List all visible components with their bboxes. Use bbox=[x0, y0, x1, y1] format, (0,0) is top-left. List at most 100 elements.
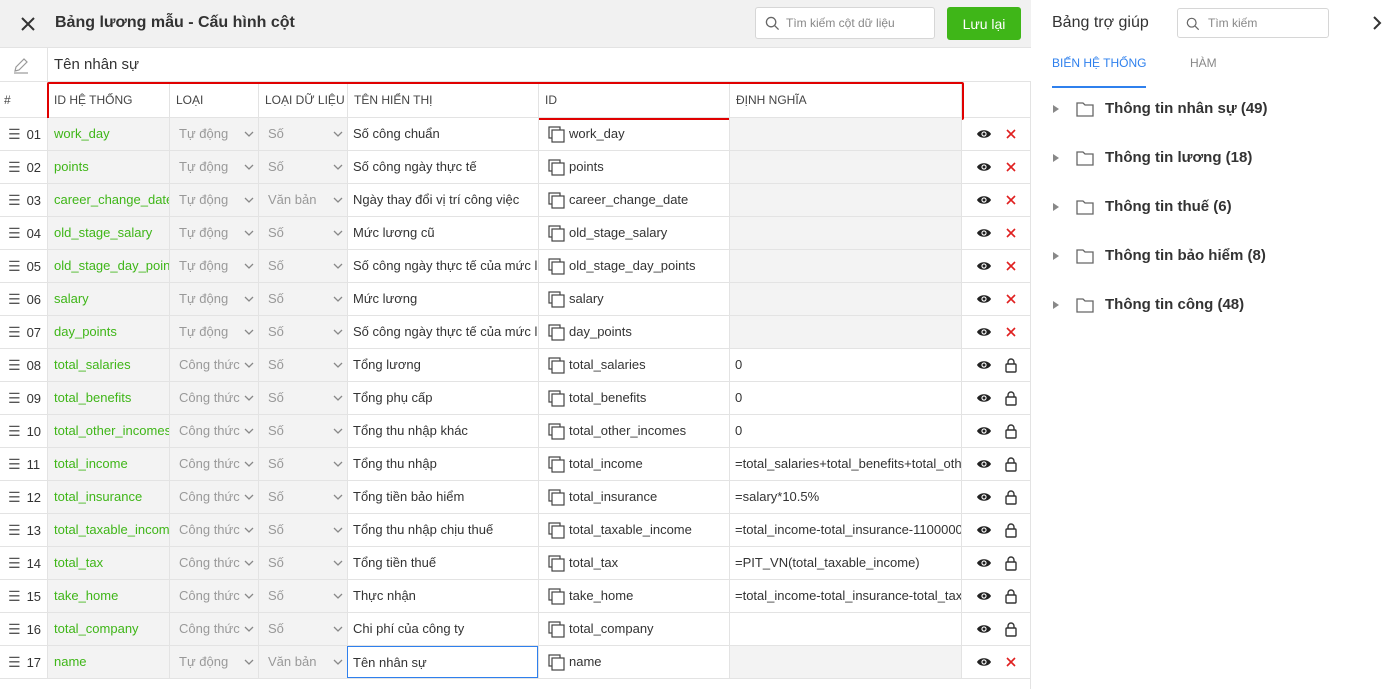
type-select[interactable]: Công thức bbox=[169, 514, 258, 546]
data-type-select[interactable]: Số bbox=[258, 349, 347, 381]
delete-icon[interactable] bbox=[1003, 159, 1019, 175]
chevron-right-icon[interactable] bbox=[1370, 14, 1384, 32]
drag-handle-icon[interactable]: ☰ bbox=[8, 126, 21, 142]
type-select[interactable]: Tự động bbox=[169, 151, 258, 183]
tab-system-variables[interactable]: BIẾN HỆ THỐNG bbox=[1052, 56, 1147, 88]
tree-item[interactable]: Thông tin thuế (6) bbox=[1052, 196, 1372, 220]
lock-icon[interactable] bbox=[1003, 390, 1019, 406]
display-name-input[interactable]: Ngày thay đổi vị trí công việc bbox=[347, 184, 538, 216]
copy-icon[interactable] bbox=[548, 258, 565, 275]
display-name-input[interactable]: Tổng tiền thuế bbox=[347, 547, 538, 579]
data-type-select[interactable]: Số bbox=[258, 481, 347, 513]
definition-input[interactable] bbox=[729, 217, 961, 249]
drag-handle-icon[interactable]: ☰ bbox=[8, 291, 21, 307]
copy-icon[interactable] bbox=[548, 324, 565, 341]
lock-icon[interactable] bbox=[1003, 555, 1019, 571]
column-search-box[interactable] bbox=[755, 7, 935, 39]
row-number[interactable]: ☰ 06 bbox=[0, 283, 47, 315]
type-select[interactable]: Tự động bbox=[169, 217, 258, 249]
delete-icon[interactable] bbox=[1003, 324, 1019, 340]
copy-icon[interactable] bbox=[548, 456, 565, 473]
definition-input[interactable] bbox=[729, 283, 961, 315]
copy-icon[interactable] bbox=[548, 390, 565, 407]
lock-icon[interactable] bbox=[1003, 357, 1019, 373]
display-name-input[interactable]: Tổng lương bbox=[347, 349, 538, 381]
display-name-input[interactable]: Tổng phụ cấp bbox=[347, 382, 538, 414]
copy-icon[interactable] bbox=[548, 357, 565, 374]
lock-icon[interactable] bbox=[1003, 588, 1019, 604]
data-type-select[interactable]: Số bbox=[258, 448, 347, 480]
display-name-input[interactable]: Số công chuẩn bbox=[347, 118, 538, 150]
eye-icon[interactable] bbox=[976, 160, 992, 174]
eye-icon[interactable] bbox=[976, 589, 992, 603]
lock-icon[interactable] bbox=[1003, 456, 1019, 472]
drag-handle-icon[interactable]: ☰ bbox=[8, 489, 21, 505]
data-type-select[interactable]: Số bbox=[258, 514, 347, 546]
copy-icon[interactable] bbox=[548, 225, 565, 242]
display-name-input[interactable]: Tổng tiền bảo hiểm bbox=[347, 481, 538, 513]
definition-input[interactable] bbox=[729, 151, 961, 183]
display-name-input[interactable]: Tổng thu nhập chịu thuế bbox=[347, 514, 538, 546]
drag-handle-icon[interactable]: ☰ bbox=[8, 621, 21, 637]
type-select[interactable]: Công thức bbox=[169, 382, 258, 414]
definition-input[interactable]: =salary*10.5% bbox=[729, 481, 961, 513]
data-type-select[interactable]: Số bbox=[258, 382, 347, 414]
definition-input[interactable]: 0 bbox=[729, 349, 961, 381]
eye-icon[interactable] bbox=[976, 391, 992, 405]
delete-icon[interactable] bbox=[1003, 225, 1019, 241]
row-number[interactable]: ☰ 12 bbox=[0, 481, 47, 513]
tree-item[interactable]: Thông tin lương (18) bbox=[1052, 147, 1372, 171]
type-select[interactable]: Công thức bbox=[169, 415, 258, 447]
eye-icon[interactable] bbox=[976, 325, 992, 339]
drag-handle-icon[interactable]: ☰ bbox=[8, 423, 21, 439]
definition-input[interactable] bbox=[729, 184, 961, 216]
copy-icon[interactable] bbox=[548, 291, 565, 308]
help-search-input[interactable] bbox=[1208, 15, 1323, 31]
copy-icon[interactable] bbox=[548, 423, 565, 440]
row-number[interactable]: ☰ 10 bbox=[0, 415, 47, 447]
copy-icon[interactable] bbox=[548, 621, 565, 638]
definition-input[interactable] bbox=[729, 646, 961, 678]
display-name-input[interactable]: Tổng thu nhập khác bbox=[347, 415, 538, 447]
display-name-input[interactable]: Mức lương cũ bbox=[347, 217, 538, 249]
type-select[interactable]: Công thức bbox=[169, 547, 258, 579]
definition-input[interactable]: 0 bbox=[729, 415, 961, 447]
type-select[interactable]: Công thức bbox=[169, 580, 258, 612]
row-number[interactable]: ☰ 11 bbox=[0, 448, 47, 480]
eye-icon[interactable] bbox=[976, 655, 992, 669]
row-number[interactable]: ☰ 05 bbox=[0, 250, 47, 282]
row-number[interactable]: ☰ 16 bbox=[0, 613, 47, 645]
row-number[interactable]: ☰ 17 bbox=[0, 646, 47, 678]
drag-handle-icon[interactable]: ☰ bbox=[8, 456, 21, 472]
copy-icon[interactable] bbox=[548, 555, 565, 572]
type-select[interactable]: Tự động bbox=[169, 118, 258, 150]
row-number[interactable]: ☰ 15 bbox=[0, 580, 47, 612]
definition-input[interactable] bbox=[729, 250, 961, 282]
definition-input[interactable] bbox=[729, 316, 961, 348]
display-name-input[interactable]: Mức lương bbox=[347, 283, 538, 315]
drag-handle-icon[interactable]: ☰ bbox=[8, 258, 21, 274]
eye-icon[interactable] bbox=[976, 457, 992, 471]
eye-icon[interactable] bbox=[976, 193, 992, 207]
eye-icon[interactable] bbox=[976, 490, 992, 504]
drag-handle-icon[interactable]: ☰ bbox=[8, 654, 21, 670]
row-number[interactable]: ☰ 04 bbox=[0, 217, 47, 249]
close-icon[interactable] bbox=[16, 12, 40, 36]
display-name-input[interactable]: Số công ngày thực tế của mức l bbox=[347, 250, 538, 282]
drag-handle-icon[interactable]: ☰ bbox=[8, 588, 21, 604]
definition-input[interactable]: =total_salaries+total_benefits+total_oth bbox=[729, 448, 961, 480]
eye-icon[interactable] bbox=[976, 556, 992, 570]
type-select[interactable]: Công thức bbox=[169, 481, 258, 513]
data-type-select[interactable]: Số bbox=[258, 547, 347, 579]
eye-icon[interactable] bbox=[976, 424, 992, 438]
data-type-select[interactable]: Số bbox=[258, 580, 347, 612]
delete-icon[interactable] bbox=[1003, 192, 1019, 208]
display-name-input[interactable]: Số công ngày thực tế bbox=[347, 151, 538, 183]
drag-handle-icon[interactable]: ☰ bbox=[8, 159, 21, 175]
eye-icon[interactable] bbox=[976, 622, 992, 636]
eye-icon[interactable] bbox=[976, 523, 992, 537]
display-name-input[interactable]: Thực nhận bbox=[347, 580, 538, 612]
display-name-input[interactable]: Tên nhân sự bbox=[347, 646, 538, 678]
copy-icon[interactable] bbox=[548, 489, 565, 506]
row-number[interactable]: ☰ 09 bbox=[0, 382, 47, 414]
